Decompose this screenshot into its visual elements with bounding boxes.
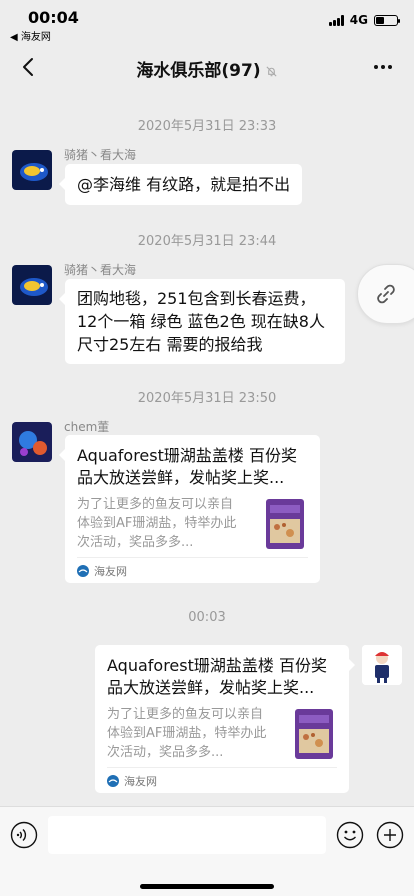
card-description: 为了让更多的鱼友可以亲自体验到AF珊湖盐，特举办此次活动，奖品多多... [107,707,267,760]
card-body: 为了让更多的鱼友可以亲自体验到AF珊湖盐，特举办此次活动，奖品多多... [77,495,308,555]
nav-bar: 海水俱乐部(97) [0,44,414,90]
more-options-button[interactable] [368,54,398,80]
card-footer: 海友网 [77,557,308,583]
message-text: @李海维 有纹路，就是拍不出 [77,175,291,194]
message-bubble[interactable]: 团购地毯，251包含到长春运费，12个一箱 绿色 蓝色2色 现在缺8人 尺寸25… [59,279,345,364]
card-thumbnail [291,707,337,761]
status-indicators: 4G [328,13,400,27]
link-card[interactable]: Aquaforest珊湖盐盖楼 百份奖品大放送尝鲜，发帖奖上奖... 为了让更多… [95,645,355,793]
message-timestamp: 00:03 [188,610,226,625]
chat-area[interactable]: 2020年5月31日 23:33 骑猪丶看大海 @李海维 有纹路，就是拍不出 2… [0,90,414,806]
plus-icon [376,821,404,849]
card-source: 海友网 [94,564,127,578]
sender-name: chem董 [64,420,110,434]
smiley-icon [336,821,364,849]
back-to-app-link[interactable]: ◀ 海友网 [10,28,51,43]
battery-icon [374,14,400,26]
source-logo-icon [77,564,89,577]
input-bar [0,806,414,896]
card-title: Aquaforest珊湖盐盖楼 百份奖品大放送尝鲜，发帖奖上奖... [77,446,297,487]
chat-title-row: 海水俱乐部(97) [0,56,414,81]
mute-bell-icon [266,65,277,77]
status-time: 00:04 [28,8,79,27]
sender-name: 骑猪丶看大海 [64,148,137,162]
card-source: 海友网 [124,774,157,788]
card-title: Aquaforest珊湖盐盖楼 百份奖品大放送尝鲜，发帖奖上奖... [107,656,327,697]
source-logo-icon [107,774,119,787]
card-body: 为了让更多的鱼友可以亲自体验到AF珊湖盐，特举办此次活动，奖品多多... [107,705,337,765]
status-bar: 00:04 ◀ 海友网 4G [0,0,414,44]
link-icon [377,284,395,304]
network-type: 4G [349,13,368,27]
voice-input-button[interactable] [10,821,38,849]
message-timestamp: 2020年5月31日 23:44 [137,234,277,249]
message-bubble[interactable]: @李海维 有纹路，就是拍不出 [58,164,303,205]
emoji-button[interactable] [336,821,364,849]
avatar[interactable] [12,265,52,305]
avatar[interactable] [12,150,52,190]
more-actions-button[interactable] [376,821,404,849]
more-dots-icon [374,65,378,69]
link-card[interactable]: Aquaforest珊湖盐盖楼 百份奖品大放送尝鲜，发帖奖上奖... 为了让更多… [59,435,320,583]
voice-icon [10,821,38,849]
message-timestamp: 2020年5月31日 23:33 [137,119,277,134]
message-input[interactable] [48,816,326,854]
message-text: 团购地毯，251包含到长春运费，12个一箱 绿色 蓝色2色 现在缺8人 尺寸25… [77,289,325,354]
home-indicator [140,884,274,889]
floating-link-button[interactable] [357,264,414,324]
card-footer: 海友网 [107,767,337,793]
card-description: 为了让更多的鱼友可以亲自体验到AF珊湖盐，特举办此次活动，奖品多多... [77,497,237,550]
avatar[interactable] [12,422,52,462]
chat-title: 海水俱乐部(97) [136,61,261,81]
card-thumbnail [262,497,308,551]
sender-name: 骑猪丶看大海 [64,263,137,277]
signal-icon [328,14,344,26]
avatar[interactable] [362,645,402,685]
message-timestamp: 2020年5月31日 23:50 [137,391,277,406]
